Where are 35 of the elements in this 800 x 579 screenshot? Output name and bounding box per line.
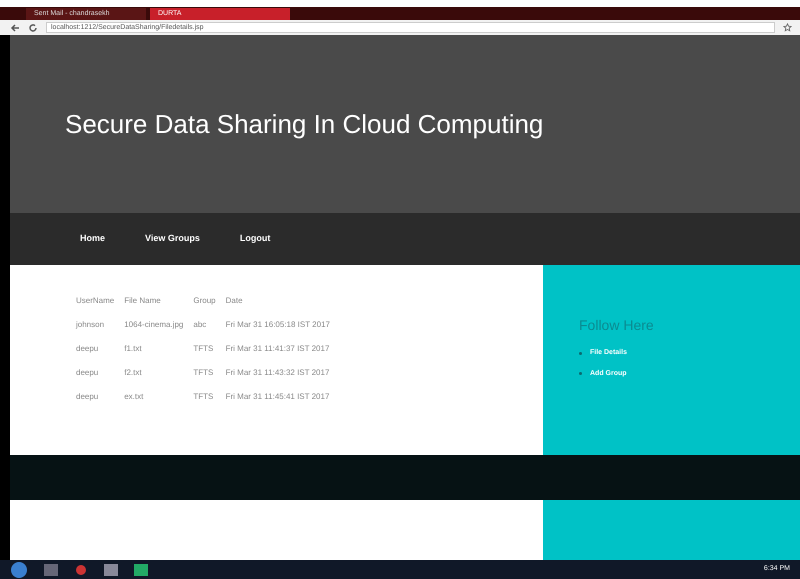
column-header: Group (193, 295, 216, 307)
bullet-icon (579, 352, 582, 355)
taskbar-app-icon[interactable] (104, 564, 118, 576)
bullet-icon (579, 372, 582, 376)
taskbar-app-icon[interactable] (134, 564, 148, 576)
column-header: UserName (76, 295, 114, 307)
table-cell-text: Fri Mar 31 11:43:32 IST 2017 (226, 367, 330, 379)
table-cell-text: abc (193, 319, 208, 331)
back-icon[interactable] (10, 22, 20, 32)
table-cell-text: TFTS (193, 343, 214, 355)
table-cell-text: TFTS (193, 367, 214, 379)
nav-link[interactable]: Home (80, 232, 106, 246)
start-button-icon[interactable] (10, 560, 28, 578)
table-cell-text: 1064-cinema.jpg (124, 319, 184, 331)
table-cell-text: f2.txt (124, 367, 143, 379)
nav-link[interactable]: Logout (240, 232, 270, 246)
sidebar-title: Follow Here (579, 316, 655, 335)
table-cell-text: deepu (76, 391, 100, 403)
table-cell-text: deepu (76, 367, 100, 379)
table-cell-text: deepu (76, 343, 100, 355)
column-header: Date (226, 295, 244, 307)
table-cell-text: ex.txt (124, 391, 144, 403)
taskbar-app-icon[interactable] (74, 564, 88, 576)
table-cell-text: Fri Mar 31 11:45:41 IST 2017 (226, 391, 330, 403)
table-cell-text: Fri Mar 31 11:41:37 IST 2017 (226, 343, 330, 355)
taskbar-app-icon[interactable] (44, 564, 58, 576)
table-cell-text: johnson (76, 319, 106, 331)
site-title: Secure Data Sharing In Cloud Computing (65, 108, 544, 140)
nav-link[interactable]: View Groups (145, 232, 200, 246)
table-cell-text: TFTS (193, 391, 214, 403)
reload-icon[interactable] (28, 22, 38, 32)
table-cell-text: Fri Mar 31 16:05:18 IST 2017 (226, 319, 330, 331)
column-header: File Name (124, 295, 162, 307)
table-cell-text: f1.txt (124, 343, 143, 355)
star-icon[interactable] (783, 23, 792, 32)
